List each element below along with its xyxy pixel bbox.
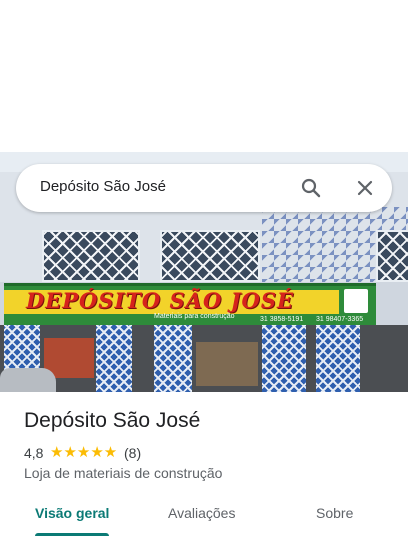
place-title: Depósito São José: [24, 409, 201, 432]
search-bar[interactable]: Depósito São José: [16, 164, 392, 212]
star-rating-icon: ★★★★★: [50, 444, 118, 461]
sign-logo: [344, 289, 368, 313]
store-goods: [196, 342, 258, 386]
tab-overview[interactable]: Visão geral: [35, 505, 109, 521]
search-icon[interactable]: [299, 176, 323, 200]
store-sign: DEPÓSITO SÃO JOSÉ Materiais para constru…: [4, 283, 376, 325]
tab-about[interactable]: Sobre: [316, 505, 353, 521]
security-gate: [316, 325, 360, 392]
security-gate: [154, 325, 192, 392]
close-icon[interactable]: [353, 176, 377, 200]
window-grille: [42, 230, 140, 282]
parked-car: [0, 368, 56, 392]
window-grille: [376, 230, 408, 282]
review-count[interactable]: (8): [124, 445, 141, 461]
search-input[interactable]: Depósito São José: [40, 178, 166, 195]
rating-value: 4,8: [24, 445, 44, 461]
window-grille: [160, 230, 260, 282]
tab-reviews[interactable]: Avaliações: [168, 505, 235, 521]
sign-title: DEPÓSITO SÃO JOSÉ: [26, 288, 294, 313]
sign-phone: 31 3858-5191: [260, 316, 304, 323]
security-gate: [96, 325, 132, 392]
active-tab-indicator: [35, 533, 109, 536]
place-category[interactable]: Loja de materiais de construção: [24, 465, 222, 481]
tab-bar: Visão geral Avaliações Sobre: [0, 496, 408, 544]
security-gate: [262, 325, 306, 392]
sign-subtitle: Materiais para construção: [154, 313, 235, 320]
sign-phone: 31 98407-3365: [316, 316, 364, 323]
